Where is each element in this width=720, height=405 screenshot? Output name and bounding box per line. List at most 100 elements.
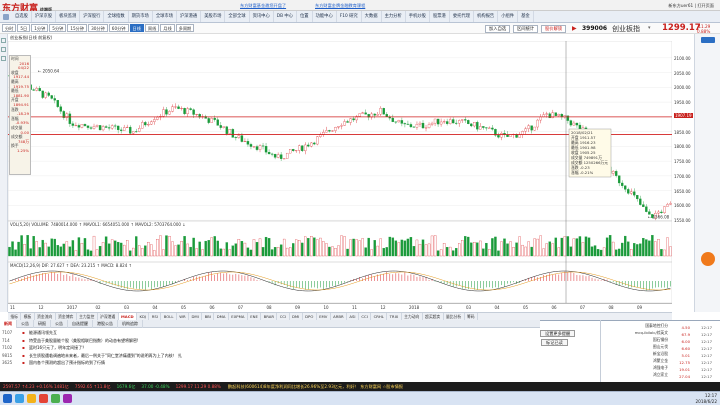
period-button-9[interactable]: 月线: [160, 24, 175, 32]
period-button-0[interactable]: 分时: [2, 24, 17, 32]
drawing-icon[interactable]: [1, 56, 6, 61]
zoom-icon[interactable]: [1, 47, 6, 52]
chat-icon[interactable]: [51, 394, 60, 403]
play-icon[interactable]: ▶: [572, 25, 577, 32]
news-row[interactable]: 9815 ▪ 长生质股遇临调遍地未来者，最后一例关于"同仁堂济痛遇到"的说明再为上了…: [0, 353, 540, 360]
mark-read-button[interactable]: 标记已读: [541, 339, 568, 346]
open-page-button[interactable]: 打开页面: [697, 3, 714, 8]
nav-item-17[interactable]: 手机炒股: [406, 11, 430, 22]
volume-bar: [234, 243, 238, 257]
price-axis-label: 1650.00: [674, 188, 691, 194]
status-item-4[interactable]: 1299.17 11.29 0.88%: [173, 382, 224, 391]
status-item-0[interactable]: 2597.57 ↑4.23 +0.16% 1481亿: [0, 382, 72, 391]
reminder-button[interactable]: 设置更多提醒: [540, 330, 576, 337]
tick-name: 鸿强电子: [652, 365, 668, 370]
news-ticker[interactable]: 鹏起科技(600614)8年度净利润同比增长26.96%至2.93亿元，利好！ …: [224, 382, 403, 391]
news-row[interactable]: 3625 ▪ 国内各个预测的超出了预计指标的到了行情: [0, 360, 540, 367]
crosshair-icon[interactable]: [1, 38, 6, 43]
browser-icon[interactable]: [15, 394, 24, 403]
status-item-2[interactable]: 1679.6亿: [114, 382, 139, 391]
volume-bar: [298, 240, 301, 257]
volume-bar: [56, 245, 60, 257]
news-tab-4[interactable]: 自选提醒: [68, 319, 93, 328]
nav-item-12[interactable]: 位置: [297, 11, 313, 22]
news-row[interactable]: 714 ▪ 特受益于美股量能个股（美股相联巴指数）的动态有望将解密!: [0, 338, 540, 345]
nav-item-10[interactable]: 资讯中心: [250, 11, 274, 22]
app-icon[interactable]: [39, 394, 48, 403]
period-button-8[interactable]: 周线: [144, 24, 160, 32]
date-tick: 11: [352, 305, 358, 310]
nav-item-6[interactable]: 全球市场: [153, 11, 178, 22]
nav-item-0[interactable]: 自选股: [12, 11, 32, 22]
news-tab-0[interactable]: 新闻: [0, 319, 17, 328]
volume-bar: [473, 242, 476, 257]
candle: [273, 153, 277, 158]
nav-item-11[interactable]: DB 中心: [274, 11, 297, 22]
news-tab-3[interactable]: 公告: [51, 319, 68, 328]
start-icon[interactable]: [3, 394, 12, 403]
volume-bar: [614, 249, 618, 257]
nav-item-7[interactable]: 沪深港通: [177, 11, 202, 22]
candle: [288, 149, 292, 154]
volume-bar: [198, 241, 201, 257]
nav-item-14[interactable]: F10 研究: [337, 11, 362, 22]
news-row[interactable]: 7107 ▪ 能源通讯领先互: [0, 330, 540, 337]
volume-bar: [135, 236, 138, 257]
candle: [331, 130, 334, 132]
range-stats-button[interactable]: 区间统计: [513, 25, 539, 33]
nav-item-8[interactable]: 美股市场: [201, 11, 226, 22]
add-watchlist-button[interactable]: 加入自选: [485, 25, 511, 33]
period-button-6[interactable]: 60分钟: [108, 24, 129, 32]
period-button-1[interactable]: 5日: [17, 24, 31, 32]
period-button-4[interactable]: 15分钟: [67, 24, 88, 32]
period-button-10[interactable]: 多周期: [175, 24, 195, 32]
nav-item-13[interactable]: 功能中心: [313, 11, 337, 22]
news-row[interactable]: 7102 ▪ 篮时16只元了，明年定间接了？: [0, 345, 540, 352]
user-menu[interactable]: 新东方uer61 | 打开页面: [668, 3, 714, 9]
promo-link-1[interactable]: 东方财富基金邀您开盘了: [240, 3, 286, 9]
nav-item-20[interactable]: 机构报告: [474, 11, 499, 22]
nav-item-21[interactable]: 小组件: [498, 11, 519, 22]
folder-icon[interactable]: [27, 394, 36, 403]
unlock-button[interactable]: 股价解锁: [541, 25, 567, 33]
status-item-3[interactable]: 37.00 -0.48%: [138, 382, 172, 391]
period-button-2[interactable]: 1分钟: [31, 24, 49, 32]
nav-item-1[interactable]: 沪深京股: [32, 11, 57, 22]
period-button-7[interactable]: 日线: [129, 24, 144, 32]
candle: [575, 122, 579, 126]
nav-item-4[interactable]: 全球指数: [104, 11, 129, 22]
nav-item-15[interactable]: 大数据: [362, 11, 382, 22]
nav-item-9[interactable]: 全部全球: [225, 11, 250, 22]
home-icon[interactable]: [3, 13, 9, 20]
news-tab-6[interactable]: 机构追踪: [118, 319, 143, 328]
news-tab-1[interactable]: 公告: [17, 319, 34, 328]
news-tab-5[interactable]: 港股公告: [93, 319, 118, 328]
volume-bar: [454, 248, 458, 257]
volume-bar: [147, 241, 150, 257]
menu-icon[interactable]: [700, 37, 715, 43]
period-button-5[interactable]: 30分钟: [88, 24, 108, 32]
nav-item-19[interactable]: 委托代理: [450, 11, 475, 22]
candle: [533, 126, 536, 131]
media-icon[interactable]: [63, 394, 72, 403]
period-button-3[interactable]: 5分钟: [49, 24, 67, 32]
nav-item-5[interactable]: 期货市场: [129, 11, 153, 22]
candle: [448, 119, 452, 124]
promo-link-2[interactable]: 东方财富金牌金融教育课程: [315, 3, 365, 9]
news-bullet-icon: ▪: [22, 337, 25, 343]
volume-bar: [412, 246, 416, 257]
news-tab-2[interactable]: 研报: [34, 319, 51, 328]
nav-item-16[interactable]: 主力分析: [382, 11, 406, 22]
volume-bar: [442, 243, 446, 257]
status-item-1[interactable]: 7592.65 ↑11.8亿: [72, 382, 114, 391]
assistant-icon[interactable]: [701, 252, 715, 266]
dropdown-icon[interactable]: ▾: [648, 25, 651, 31]
nav-item-2[interactable]: 板块监测: [56, 11, 81, 22]
nav-item-22[interactable]: 基金: [518, 11, 534, 22]
candle: [101, 126, 105, 131]
volume-bar: [370, 249, 373, 257]
volume-bar: [183, 236, 186, 257]
nav-item-3[interactable]: 沪深股行: [80, 11, 105, 22]
volume-bar: [572, 238, 576, 257]
nav-item-18[interactable]: 股票港: [430, 11, 450, 22]
